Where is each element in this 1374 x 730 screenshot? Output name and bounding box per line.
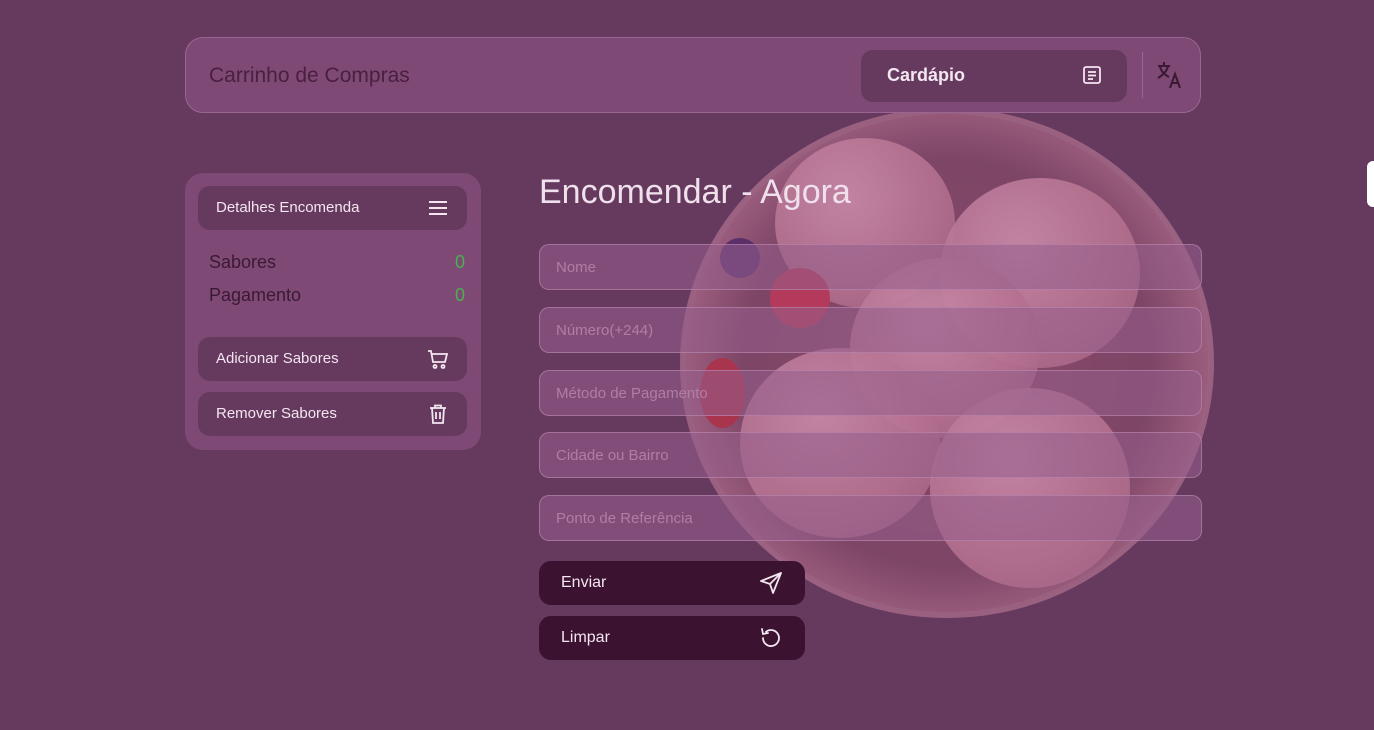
remove-flavors-button[interactable]: Remover Sabores bbox=[198, 392, 467, 436]
side-edge-tab[interactable] bbox=[1367, 161, 1374, 207]
stat-flavors-value: 0 bbox=[454, 252, 465, 272]
menu-button[interactable]: Cardápio bbox=[861, 50, 1127, 102]
submit-button[interactable]: Enviar bbox=[539, 561, 805, 605]
stat-flavors-label: Sabores bbox=[209, 252, 277, 272]
name-input[interactable] bbox=[540, 245, 1201, 289]
phone-field[interactable] bbox=[539, 307, 1202, 353]
header-divider bbox=[1142, 52, 1143, 98]
add-flavors-button[interactable]: Adicionar Sabores bbox=[198, 337, 467, 381]
payment-method-input[interactable] bbox=[540, 371, 1201, 415]
menu-document-icon bbox=[1081, 64, 1103, 86]
add-flavors-label: Adicionar Sabores bbox=[216, 350, 339, 367]
order-details-panel: Detalhes Encomenda Sabores 0 Pagamento 0… bbox=[185, 173, 481, 450]
send-icon bbox=[759, 571, 783, 595]
trash-icon bbox=[427, 403, 449, 425]
payment-method-field[interactable] bbox=[539, 370, 1202, 416]
clear-button[interactable]: Limpar bbox=[539, 616, 805, 660]
name-field[interactable] bbox=[539, 244, 1202, 290]
menu-button-label: Cardápio bbox=[887, 65, 966, 85]
order-form-heading: Encomendar - Agora bbox=[539, 173, 851, 211]
details-button[interactable]: Detalhes Encomenda bbox=[198, 186, 467, 230]
remove-flavors-label: Remover Sabores bbox=[216, 405, 337, 422]
top-header: Carrinho de Compras Cardápio bbox=[185, 37, 1201, 113]
stat-payment: Pagamento 0 bbox=[209, 285, 465, 306]
page-title: Carrinho de Compras bbox=[209, 64, 410, 87]
city-field[interactable] bbox=[539, 432, 1202, 478]
stat-flavors: Sabores 0 bbox=[209, 252, 465, 273]
submit-button-label: Enviar bbox=[561, 574, 607, 591]
details-button-label: Detalhes Encomenda bbox=[216, 199, 360, 216]
reset-icon bbox=[759, 626, 783, 650]
stat-payment-label: Pagamento bbox=[209, 285, 302, 305]
city-input[interactable] bbox=[540, 433, 1201, 477]
translate-icon[interactable] bbox=[1156, 60, 1184, 90]
stat-payment-value: 0 bbox=[454, 285, 465, 305]
cart-icon bbox=[427, 348, 449, 370]
phone-input[interactable] bbox=[540, 308, 1201, 352]
clear-button-label: Limpar bbox=[561, 629, 610, 646]
hamburger-icon bbox=[427, 197, 449, 219]
reference-input[interactable] bbox=[540, 496, 1201, 540]
reference-field[interactable] bbox=[539, 495, 1202, 541]
